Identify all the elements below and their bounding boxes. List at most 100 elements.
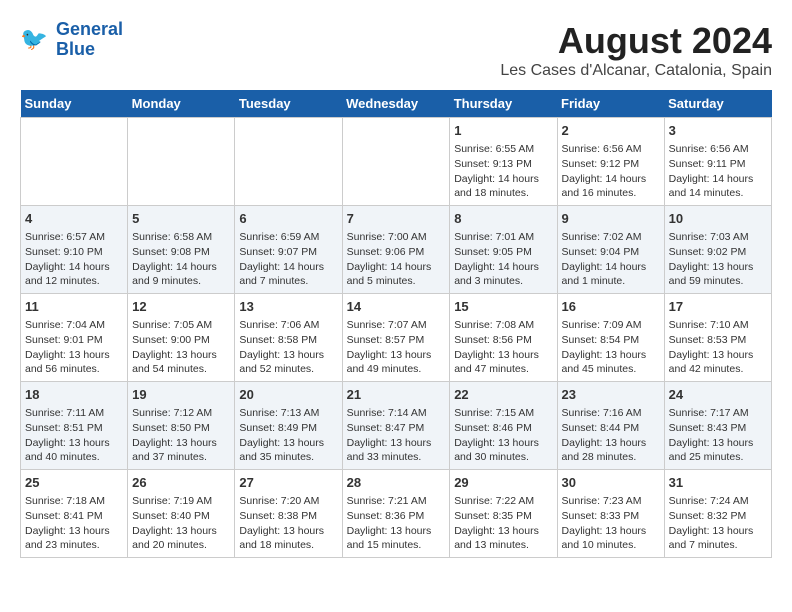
- day-detail: Sunrise: 7:09 AM: [562, 318, 660, 333]
- day-detail: and 52 minutes.: [239, 362, 337, 377]
- weekday-saturday: Saturday: [664, 90, 771, 118]
- day-number: 5: [132, 210, 230, 228]
- calendar-week-0: 1Sunrise: 6:55 AMSunset: 9:13 PMDaylight…: [21, 118, 772, 206]
- day-detail: Sunset: 8:49 PM: [239, 421, 337, 436]
- day-number: 15: [454, 298, 552, 316]
- day-detail: and 25 minutes.: [669, 450, 767, 465]
- day-detail: Daylight: 14 hours: [562, 172, 660, 187]
- day-detail: Sunrise: 7:21 AM: [347, 494, 446, 509]
- day-detail: Sunrise: 7:20 AM: [239, 494, 337, 509]
- calendar-day-cell: 23Sunrise: 7:16 AMSunset: 8:44 PMDayligh…: [557, 382, 664, 470]
- day-detail: Sunset: 8:35 PM: [454, 509, 552, 524]
- day-detail: Sunrise: 7:13 AM: [239, 406, 337, 421]
- day-detail: and 49 minutes.: [347, 362, 446, 377]
- day-detail: and 5 minutes.: [347, 274, 446, 289]
- calendar-day-cell: 17Sunrise: 7:10 AMSunset: 8:53 PMDayligh…: [664, 294, 771, 382]
- calendar-day-cell: 22Sunrise: 7:15 AMSunset: 8:46 PMDayligh…: [450, 382, 557, 470]
- calendar-day-cell: 27Sunrise: 7:20 AMSunset: 8:38 PMDayligh…: [235, 470, 342, 558]
- calendar-day-cell: 16Sunrise: 7:09 AMSunset: 8:54 PMDayligh…: [557, 294, 664, 382]
- calendar-day-cell: 12Sunrise: 7:05 AMSunset: 9:00 PMDayligh…: [128, 294, 235, 382]
- day-detail: Daylight: 13 hours: [239, 436, 337, 451]
- day-detail: and 3 minutes.: [454, 274, 552, 289]
- day-detail: and 15 minutes.: [347, 538, 446, 553]
- day-detail: Sunrise: 6:59 AM: [239, 230, 337, 245]
- day-detail: and 9 minutes.: [132, 274, 230, 289]
- logo-icon: 🐦: [20, 24, 52, 56]
- day-detail: Sunset: 8:33 PM: [562, 509, 660, 524]
- weekday-thursday: Thursday: [450, 90, 557, 118]
- day-detail: Daylight: 14 hours: [239, 260, 337, 275]
- day-detail: Sunrise: 7:19 AM: [132, 494, 230, 509]
- day-detail: Sunrise: 7:23 AM: [562, 494, 660, 509]
- day-number: 27: [239, 474, 337, 492]
- day-detail: Daylight: 13 hours: [25, 524, 123, 539]
- day-detail: Sunrise: 7:06 AM: [239, 318, 337, 333]
- day-detail: Sunrise: 6:58 AM: [132, 230, 230, 245]
- day-detail: Sunset: 8:58 PM: [239, 333, 337, 348]
- day-number: 6: [239, 210, 337, 228]
- day-detail: and 12 minutes.: [25, 274, 123, 289]
- day-detail: Sunset: 8:43 PM: [669, 421, 767, 436]
- day-detail: and 47 minutes.: [454, 362, 552, 377]
- day-detail: Sunset: 9:07 PM: [239, 245, 337, 260]
- day-detail: and 7 minutes.: [239, 274, 337, 289]
- day-detail: Daylight: 14 hours: [132, 260, 230, 275]
- day-detail: Daylight: 13 hours: [454, 436, 552, 451]
- day-number: 22: [454, 386, 552, 404]
- day-detail: Sunset: 8:56 PM: [454, 333, 552, 348]
- day-detail: and 54 minutes.: [132, 362, 230, 377]
- day-number: 21: [347, 386, 446, 404]
- day-detail: Sunset: 8:46 PM: [454, 421, 552, 436]
- day-detail: Daylight: 13 hours: [669, 524, 767, 539]
- day-detail: Daylight: 13 hours: [239, 348, 337, 363]
- day-detail: and 18 minutes.: [454, 186, 552, 201]
- day-number: 12: [132, 298, 230, 316]
- calendar-week-1: 4Sunrise: 6:57 AMSunset: 9:10 PMDaylight…: [21, 206, 772, 294]
- day-number: 13: [239, 298, 337, 316]
- day-detail: Daylight: 13 hours: [132, 524, 230, 539]
- day-detail: Sunset: 9:00 PM: [132, 333, 230, 348]
- day-detail: Sunrise: 7:17 AM: [669, 406, 767, 421]
- calendar-day-cell: 6 Sunrise: 6:59 AMSunset: 9:07 PMDaylight…: [235, 206, 342, 294]
- location-title: Les Cases d'Alcanar, Catalonia, Spain: [500, 62, 772, 80]
- day-detail: Daylight: 13 hours: [454, 348, 552, 363]
- day-detail: and 42 minutes.: [669, 362, 767, 377]
- logo: 🐦 General Blue: [20, 20, 123, 60]
- day-detail: and 30 minutes.: [454, 450, 552, 465]
- calendar-day-cell: 9Sunrise: 7:02 AMSunset: 9:04 PMDaylight…: [557, 206, 664, 294]
- day-detail: Sunrise: 7:02 AM: [562, 230, 660, 245]
- day-detail: Sunrise: 7:04 AM: [25, 318, 123, 333]
- calendar-day-cell: [342, 118, 450, 206]
- day-detail: Sunrise: 7:16 AM: [562, 406, 660, 421]
- day-number: 19: [132, 386, 230, 404]
- day-number: 11: [25, 298, 123, 316]
- day-detail: Daylight: 13 hours: [347, 436, 446, 451]
- calendar-day-cell: 25Sunrise: 7:18 AMSunset: 8:41 PMDayligh…: [21, 470, 128, 558]
- day-detail: Daylight: 14 hours: [454, 172, 552, 187]
- calendar-day-cell: 26Sunrise: 7:19 AMSunset: 8:40 PMDayligh…: [128, 470, 235, 558]
- day-number: 16: [562, 298, 660, 316]
- svg-text:🐦: 🐦: [20, 26, 48, 51]
- day-detail: and 1 minute.: [562, 274, 660, 289]
- day-detail: Daylight: 14 hours: [562, 260, 660, 275]
- calendar-day-cell: 7Sunrise: 7:00 AMSunset: 9:06 PMDaylight…: [342, 206, 450, 294]
- calendar-day-cell: [21, 118, 128, 206]
- day-detail: and 13 minutes.: [454, 538, 552, 553]
- day-detail: and 59 minutes.: [669, 274, 767, 289]
- day-detail: Sunset: 9:02 PM: [669, 245, 767, 260]
- day-detail: Sunset: 9:05 PM: [454, 245, 552, 260]
- day-detail: Sunrise: 6:56 AM: [669, 142, 767, 157]
- day-detail: and 20 minutes.: [132, 538, 230, 553]
- day-detail: Sunrise: 7:24 AM: [669, 494, 767, 509]
- day-number: 24: [669, 386, 767, 404]
- day-detail: Sunrise: 7:10 AM: [669, 318, 767, 333]
- day-detail: Sunrise: 7:05 AM: [132, 318, 230, 333]
- day-number: 26: [132, 474, 230, 492]
- day-detail: Daylight: 13 hours: [25, 348, 123, 363]
- calendar-table: SundayMondayTuesdayWednesdayThursdayFrid…: [20, 90, 772, 558]
- day-detail: Daylight: 14 hours: [25, 260, 123, 275]
- day-detail: Sunset: 9:08 PM: [132, 245, 230, 260]
- calendar-day-cell: 2Sunrise: 6:56 AMSunset: 9:12 PMDaylight…: [557, 118, 664, 206]
- weekday-wednesday: Wednesday: [342, 90, 450, 118]
- header: 🐦 General Blue August 2024 Les Cases d'A…: [20, 20, 772, 80]
